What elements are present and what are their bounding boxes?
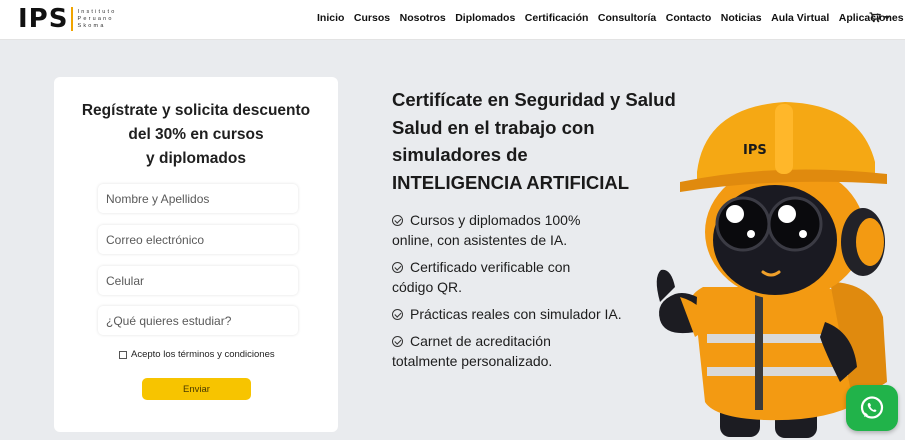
terms-checkbox-row[interactable]: Acepto los términos y condiciones — [119, 349, 275, 360]
logo-sub-line: Peruano — [77, 15, 114, 22]
feature-text: Cursos y diplomados 100% — [410, 212, 581, 228]
feature-text: Certificado verificable con — [410, 259, 571, 275]
logo-mark: IPS — [18, 4, 69, 34]
feature-item: Prácticas reales con simulador IA. — [392, 304, 632, 324]
logo-sub-line: Instituto — [77, 8, 117, 15]
logo-subtitle: Instituto Peruano Skoma — [77, 9, 116, 30]
submit-button[interactable]: Enviar — [142, 378, 251, 400]
email-field[interactable] — [98, 225, 298, 254]
nav-item-noticias[interactable]: Noticias — [721, 12, 762, 24]
feature-line: Prácticas reales con simulador IA. — [392, 304, 632, 324]
form-title: Regístrate y solicita descuento del 30% … — [54, 99, 338, 171]
cart-button[interactable] — [869, 12, 890, 23]
feature-line: Carnet de acreditación — [392, 331, 632, 351]
whatsapp-icon — [860, 396, 884, 419]
feature-text: totalmente personalizado. — [392, 353, 553, 369]
top-navbar: IPS Instituto Peruano Skoma Inicio Curso… — [0, 0, 905, 40]
name-field[interactable] — [98, 184, 298, 213]
feature-item: Carnet de acreditación totalmente person… — [392, 331, 632, 371]
form-title-line: Regístrate y solicita descuento — [81, 102, 311, 119]
feature-text: Carnet de acreditación — [410, 333, 551, 349]
feature-text: online, con asistentes de IA. — [392, 232, 568, 248]
feature-list: Cursos y diplomados 100% online, con asi… — [392, 210, 632, 378]
form-title-line: y diplomados — [146, 150, 246, 167]
nav-item-consultoria[interactable]: Consultoría — [598, 12, 656, 24]
site-logo[interactable]: IPS Instituto Peruano Skoma — [18, 5, 117, 33]
feature-text: Prácticas reales con simulador IA. — [410, 306, 622, 322]
check-circle-icon — [392, 262, 403, 273]
nav-item-aula-virtual[interactable]: Aula Virtual — [771, 12, 829, 24]
logo-sub-line: Skoma — [77, 22, 106, 29]
nav-item-contacto[interactable]: Contacto — [666, 12, 712, 24]
phone-field[interactable] — [98, 266, 298, 295]
logo-divider — [71, 7, 74, 31]
nav-item-diplomados[interactable]: Diplomados — [455, 12, 515, 24]
feature-text: código QR. — [392, 279, 463, 295]
feature-item: Certificado verificable con código QR. — [392, 257, 632, 297]
feature-item: Cursos y diplomados 100% online, con asi… — [392, 210, 632, 250]
nav-item-inicio[interactable]: Inicio — [317, 12, 344, 24]
feature-line: Cursos y diplomados 100% — [392, 210, 632, 230]
main-nav: Inicio Cursos Nosotros Diplomados Certif… — [317, 12, 905, 24]
registration-form-card: Regístrate y solicita descuento del 30% … — [54, 77, 338, 432]
terms-checkbox[interactable] — [119, 350, 127, 359]
form-title-line: del 30% en cursos — [128, 126, 264, 143]
cart-icon — [869, 12, 881, 23]
feature-line: Certificado verificable con — [392, 257, 632, 277]
check-circle-icon — [392, 215, 403, 226]
nav-item-certificacion[interactable]: Certificación — [525, 12, 589, 24]
helmet-text: IPS — [743, 143, 767, 158]
terms-label: Acepto los términos y condiciones — [131, 349, 275, 360]
check-circle-icon — [392, 336, 403, 347]
check-circle-icon — [392, 309, 403, 320]
caret-down-icon — [884, 15, 890, 20]
whatsapp-button[interactable] — [846, 385, 898, 431]
nav-item-nosotros[interactable]: Nosotros — [400, 12, 446, 24]
study-field[interactable] — [98, 306, 298, 335]
nav-item-cursos[interactable]: Cursos — [354, 12, 390, 24]
